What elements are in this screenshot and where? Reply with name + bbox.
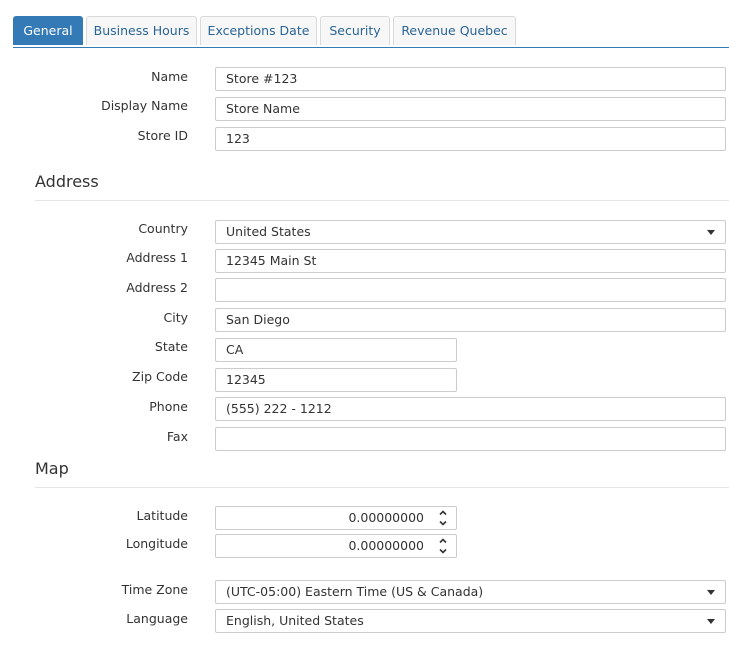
zip-input[interactable]: 12345 xyxy=(215,368,457,392)
latitude-input[interactable]: 0.00000000 xyxy=(215,506,457,530)
spin-up-icon[interactable] xyxy=(438,508,448,518)
city-input[interactable]: San Diego xyxy=(215,308,726,332)
tab-general[interactable]: General xyxy=(13,16,83,45)
name-input[interactable]: Store #123 xyxy=(215,67,726,91)
latitude-label: Latitude xyxy=(136,508,188,523)
address-divider xyxy=(35,200,729,201)
country-value: United States xyxy=(226,224,311,239)
phone-label: Phone xyxy=(149,399,188,414)
longitude-input[interactable]: 0.00000000 xyxy=(215,534,457,558)
spin-down-icon[interactable] xyxy=(438,546,448,556)
chevron-down-icon xyxy=(707,230,715,235)
map-divider xyxy=(35,487,729,488)
chevron-down-icon xyxy=(707,590,715,595)
tab-security[interactable]: Security xyxy=(320,16,390,45)
country-select[interactable]: United States xyxy=(215,220,726,244)
display-name-input[interactable]: Store Name xyxy=(215,97,726,121)
address1-label: Address 1 xyxy=(126,250,188,265)
store-id-input[interactable]: 123 xyxy=(215,127,726,151)
timezone-value: (UTC-05:00) Eastern Time (US & Canada) xyxy=(226,584,484,599)
display-name-label: Display Name xyxy=(101,98,188,113)
fax-label: Fax xyxy=(166,429,188,444)
language-value: English, United States xyxy=(226,613,364,628)
map-heading: Map xyxy=(35,459,69,478)
language-label: Language xyxy=(126,611,188,626)
fax-input[interactable] xyxy=(215,427,726,451)
longitude-stepper xyxy=(430,535,456,557)
latitude-stepper xyxy=(430,507,456,529)
spin-up-icon[interactable] xyxy=(438,536,448,546)
language-select[interactable]: English, United States xyxy=(215,609,726,633)
address2-input[interactable] xyxy=(215,278,726,302)
tab-business-hours[interactable]: Business Hours xyxy=(86,16,197,45)
name-label: Name xyxy=(151,69,188,84)
address-heading: Address xyxy=(35,172,99,191)
chevron-down-icon xyxy=(707,619,715,624)
address1-input[interactable]: 12345 Main St xyxy=(215,249,726,273)
timezone-select[interactable]: (UTC-05:00) Eastern Time (US & Canada) xyxy=(215,580,726,604)
latitude-value: 0.00000000 xyxy=(348,510,424,525)
store-id-label: Store ID xyxy=(137,128,188,143)
tab-revenue-quebec[interactable]: Revenue Quebec xyxy=(393,16,516,45)
timezone-label: Time Zone xyxy=(121,582,188,597)
state-label: State xyxy=(154,339,188,354)
tab-bar: General Business Hours Exceptions Date S… xyxy=(13,16,729,48)
zip-label: Zip Code xyxy=(132,369,188,384)
state-input[interactable]: CA xyxy=(215,338,457,362)
longitude-label: Longitude xyxy=(125,536,188,551)
spin-down-icon[interactable] xyxy=(438,518,448,528)
city-label: City xyxy=(163,310,189,325)
phone-input[interactable]: (555) 222 - 1212 xyxy=(215,397,726,421)
address2-label: Address 2 xyxy=(126,280,188,295)
tab-exceptions-date[interactable]: Exceptions Date xyxy=(200,16,317,45)
longitude-value: 0.00000000 xyxy=(348,538,424,553)
country-label: Country xyxy=(138,221,188,236)
